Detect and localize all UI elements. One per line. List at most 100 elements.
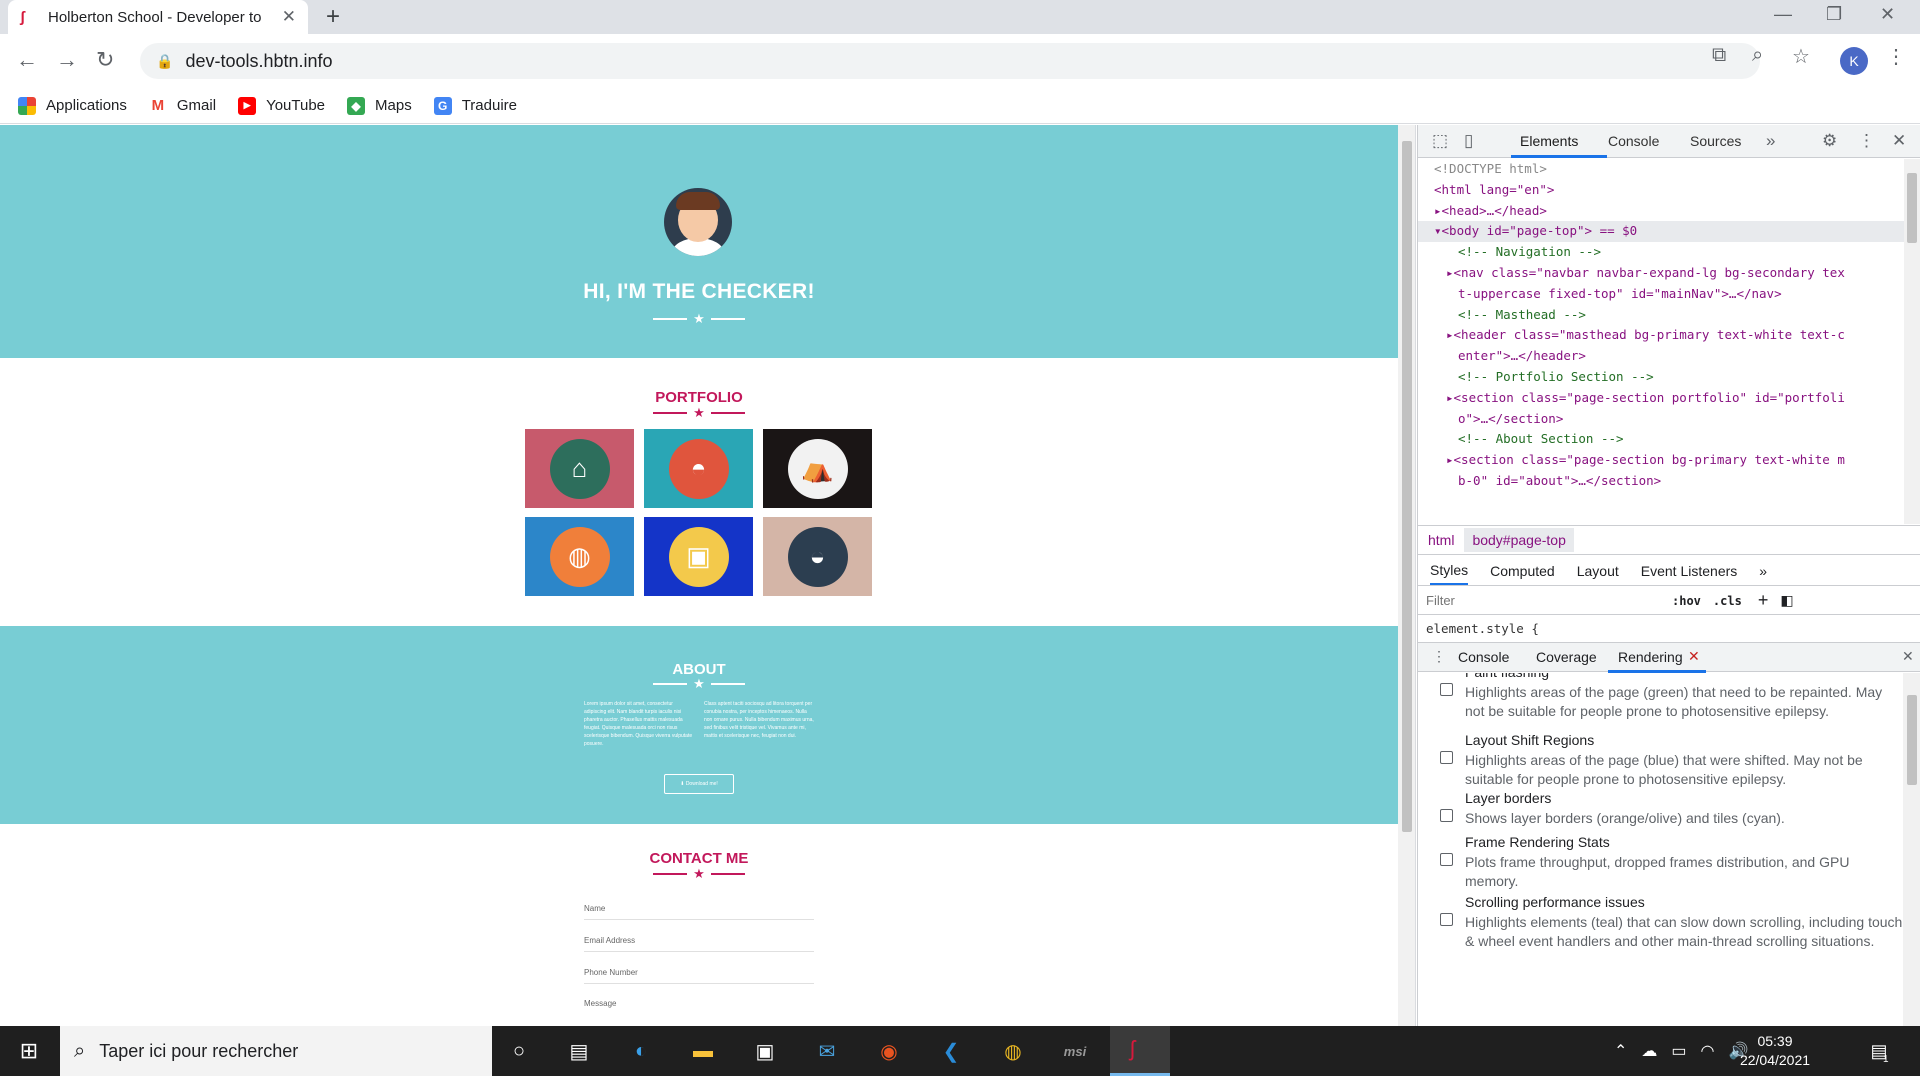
drawer-tab-coverage[interactable]: Coverage	[1536, 649, 1597, 665]
dom-node-line[interactable]: <!-- Navigation -->	[1418, 242, 1904, 263]
chrome-icon[interactable]: ◍	[998, 1036, 1028, 1066]
scrollbar-thumb[interactable]	[1402, 141, 1412, 832]
name-field[interactable]: Name	[584, 904, 814, 920]
dom-scrollbar-thumb[interactable]	[1907, 173, 1917, 243]
portfolio-item[interactable]: ⛺	[763, 429, 872, 508]
email-field[interactable]: Email Address	[584, 936, 814, 952]
address-bar[interactable]: 🔒 dev-tools.hbtn.info	[140, 43, 1760, 79]
bookmark-gmail[interactable]: M Gmail	[148, 96, 216, 115]
drawer-menu-icon[interactable]: ⋮	[1432, 648, 1446, 665]
phone-field[interactable]: Phone Number	[584, 968, 814, 984]
dom-tree[interactable]: <!DOCTYPE html> <html lang="en"> ▸<head>…<…	[1418, 159, 1904, 524]
dom-node-line[interactable]: o">…</section>	[1418, 409, 1904, 430]
settings-gear-icon[interactable]: ⚙	[1822, 131, 1837, 151]
portfolio-item[interactable]: ◓	[644, 429, 753, 508]
back-icon[interactable]: ←	[16, 47, 38, 73]
message-field[interactable]: Message	[584, 999, 814, 1014]
portfolio-item[interactable]: ▣	[644, 517, 753, 596]
dom-node-line[interactable]: <html lang="en">	[1418, 180, 1904, 201]
close-tab-icon[interactable]: ✕	[282, 7, 296, 27]
battery-icon[interactable]: ▭	[1671, 1041, 1686, 1061]
more-styles-tabs-icon[interactable]: »	[1759, 563, 1767, 579]
dom-scrollbar[interactable]	[1904, 159, 1920, 524]
new-tab-icon[interactable]: +	[326, 3, 340, 31]
dom-node-line[interactable]: t-uppercase fixed-top" id="mainNav">…</n…	[1418, 284, 1904, 305]
task-view-icon[interactable]: ▤	[564, 1036, 594, 1066]
browser-tab-active[interactable]: ʃ Holberton School - Developer to ✕	[8, 0, 308, 34]
msi-icon[interactable]: msi	[1060, 1036, 1090, 1066]
page-scrollbar[interactable]	[1398, 125, 1416, 1026]
portfolio-item[interactable]: ◒	[763, 517, 872, 596]
drawer-tab-console[interactable]: Console	[1458, 649, 1509, 665]
clock[interactable]: 05:39 22/04/2021	[1730, 1032, 1820, 1070]
breadcrumb-body[interactable]: body#page-top	[1464, 528, 1574, 552]
translate-icon[interactable]: ⧉	[1712, 44, 1726, 67]
windows-start-icon[interactable]: ⊞	[14, 1036, 44, 1066]
dom-node-line[interactable]: enter">…</header>	[1418, 346, 1904, 367]
close-drawer-icon[interactable]: ✕	[1902, 648, 1914, 665]
drawer-scrollbar-thumb[interactable]	[1907, 695, 1917, 785]
rendering-checkbox[interactable]	[1440, 913, 1453, 926]
restore-icon[interactable]: ❐	[1826, 4, 1842, 25]
portfolio-item[interactable]: ⌂	[525, 429, 634, 508]
download-button[interactable]: ⬇ Download me!	[664, 774, 734, 794]
close-devtools-icon[interactable]: ✕	[1892, 131, 1906, 151]
breadcrumb-html[interactable]: html	[1428, 532, 1454, 548]
styles-filter-input[interactable]	[1426, 593, 1666, 608]
tab-computed[interactable]: Computed	[1490, 563, 1555, 579]
vscode-icon[interactable]: ❮	[936, 1036, 966, 1066]
inspect-element-icon[interactable]: ⬚	[1432, 131, 1448, 151]
taskbar-search[interactable]: ⌕ Taper ici pour rechercher	[60, 1026, 492, 1076]
more-tabs-icon[interactable]: »	[1766, 131, 1775, 151]
dom-node-line[interactable]: <!-- About Section -->	[1418, 429, 1904, 450]
file-explorer-icon[interactable]: ▬	[688, 1036, 718, 1066]
dom-node-line[interactable]: ▸<section class="page-section portfolio"…	[1418, 388, 1904, 409]
hov-toggle[interactable]: :hov	[1672, 594, 1701, 608]
ubuntu-icon[interactable]: ◉	[874, 1036, 904, 1066]
taskbar-active-app[interactable]: ʃ	[1110, 1026, 1170, 1076]
bookmark-star-icon[interactable]: ☆	[1792, 44, 1810, 69]
drawer-tab-rendering[interactable]: Rendering	[1618, 649, 1683, 665]
forward-icon[interactable]: →	[56, 47, 78, 73]
drawer-scrollbar[interactable]	[1903, 673, 1920, 1026]
cloud-icon[interactable]: ☁	[1641, 1041, 1657, 1061]
devtools-menu-icon[interactable]: ⋮	[1858, 131, 1875, 151]
bookmark-youtube[interactable]: ▶ YouTube	[238, 96, 325, 115]
cortana-icon[interactable]: ○	[504, 1036, 534, 1066]
dom-node-line[interactable]: b-0" id="about">…</section>	[1418, 471, 1904, 492]
reload-icon[interactable]: ↻	[96, 47, 114, 73]
portfolio-item[interactable]: ◍	[525, 517, 634, 596]
rendering-checkbox[interactable]	[1440, 751, 1453, 764]
close-rendering-tab-icon[interactable]: ✕	[1688, 648, 1700, 665]
tab-layout[interactable]: Layout	[1577, 563, 1619, 579]
bookmark-applications[interactable]: Applications	[18, 96, 127, 115]
chevron-up-icon[interactable]: ⌃	[1614, 1041, 1627, 1061]
minimize-icon[interactable]: —	[1774, 4, 1792, 25]
wifi-icon[interactable]: ◠	[1701, 1041, 1715, 1061]
tab-elements[interactable]: Elements	[1520, 133, 1578, 149]
dom-node-line[interactable]: <!-- Portfolio Section -->	[1418, 367, 1904, 388]
rendering-checkbox[interactable]	[1440, 683, 1453, 696]
rendering-checkbox[interactable]	[1440, 853, 1453, 866]
rendering-checkbox[interactable]	[1440, 809, 1453, 822]
dom-node-line[interactable]: ▸<section class="page-section bg-primary…	[1418, 450, 1904, 471]
dom-node-line[interactable]: ▸<header class="masthead bg-primary text…	[1418, 325, 1904, 346]
mail-icon[interactable]: ✉	[812, 1036, 842, 1066]
profile-avatar[interactable]: K	[1840, 47, 1868, 75]
tab-event-listeners[interactable]: Event Listeners	[1641, 563, 1738, 579]
tab-styles[interactable]: Styles	[1430, 562, 1469, 585]
bookmark-maps[interactable]: ◆ Maps	[347, 96, 412, 115]
dom-node-line[interactable]: ▸<head>…</head>	[1418, 201, 1904, 222]
dom-node-line[interactable]: ▾<body id="page-top"> == $0	[1418, 221, 1904, 243]
dom-node-line[interactable]: <!DOCTYPE html>	[1418, 159, 1904, 180]
cls-toggle[interactable]: .cls	[1713, 594, 1742, 608]
device-toggle-icon[interactable]: ▯	[1464, 131, 1473, 151]
close-window-icon[interactable]: ✕	[1880, 4, 1895, 25]
bookmark-traduire[interactable]: G Traduire	[433, 96, 517, 115]
sidebar-toggle-icon[interactable]: ◧	[1780, 592, 1793, 609]
add-rule-icon[interactable]: +	[1758, 590, 1769, 611]
menu-kebab-icon[interactable]: ⋮	[1886, 44, 1906, 69]
dom-node-line[interactable]: <!-- Masthead -->	[1418, 305, 1904, 326]
store-icon[interactable]: ▣	[750, 1036, 780, 1066]
tab-console[interactable]: Console	[1608, 133, 1659, 149]
